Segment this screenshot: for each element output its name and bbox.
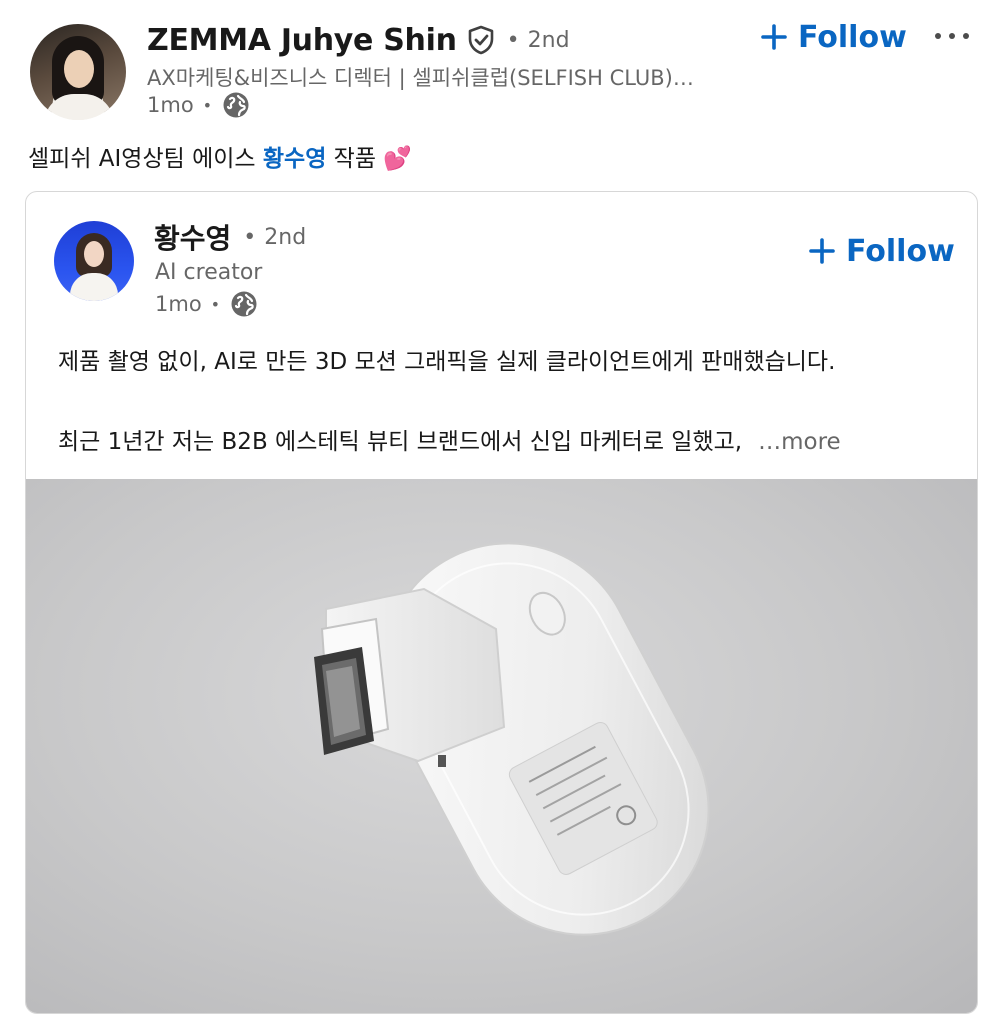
shared-post-meta: 1mo • — [155, 289, 258, 319]
plus-icon — [760, 23, 788, 51]
plus-icon — [808, 237, 836, 265]
see-more-link[interactable]: …more — [758, 429, 841, 455]
shared-post-text-line-1: 제품 촬영 없이, AI로 만든 3D 모션 그래픽을 실제 클라이언트에게 판… — [58, 349, 836, 375]
author-name[interactable]: ZEMMA Juhye Shin — [147, 23, 457, 58]
mention-link[interactable]: 황수영 — [263, 146, 326, 172]
follow-label: Follow — [846, 233, 955, 269]
follow-label: Follow — [798, 19, 907, 55]
feed-post: ZEMMA Juhye Shin • 2nd AX마케팅&비즈니스 디렉터 | 셀… — [0, 0, 1000, 1030]
post-text: 셀피쉬 AI영상팀 에이스 황수영 작품 💕 — [28, 146, 412, 172]
author-avatar[interactable] — [30, 24, 126, 120]
author-post-meta: 1mo • — [147, 90, 250, 120]
shared-post-card[interactable]: 황수영 • 2nd AI creator 1mo • Follow 제품 촬영 없… — [25, 191, 978, 1014]
author-degree: • 2nd — [506, 27, 570, 53]
shared-post-text-line-2: 최근 1년간 저는 B2B 에스테틱 뷰티 브랜드에서 신입 마케터로 일했고,… — [58, 429, 841, 455]
product-image[interactable] — [26, 479, 977, 1013]
author-headline: AX마케팅&비즈니스 디렉터 | 셀피쉬클럽(SELFISH CLUB)… — [147, 66, 694, 90]
shared-author-name[interactable]: 황수영 — [154, 217, 231, 257]
shared-post-time: 1mo — [155, 292, 202, 316]
post-time: 1mo — [147, 93, 194, 117]
shared-author-avatar[interactable] — [54, 221, 134, 301]
shared-author-degree: • 2nd — [243, 224, 307, 250]
shared-author-name-line: 황수영 • 2nd — [154, 218, 306, 256]
author-name-line: ZEMMA Juhye Shin • 2nd — [147, 20, 570, 60]
shared-author-headline: AI creator — [155, 260, 263, 285]
verified-shield-icon — [467, 25, 495, 55]
follow-shared-author-button[interactable]: Follow — [808, 230, 955, 272]
globe-icon — [230, 290, 258, 318]
more-horizontal-icon[interactable] — [935, 24, 969, 48]
follow-author-button[interactable]: Follow — [760, 16, 907, 58]
globe-icon — [222, 91, 250, 119]
